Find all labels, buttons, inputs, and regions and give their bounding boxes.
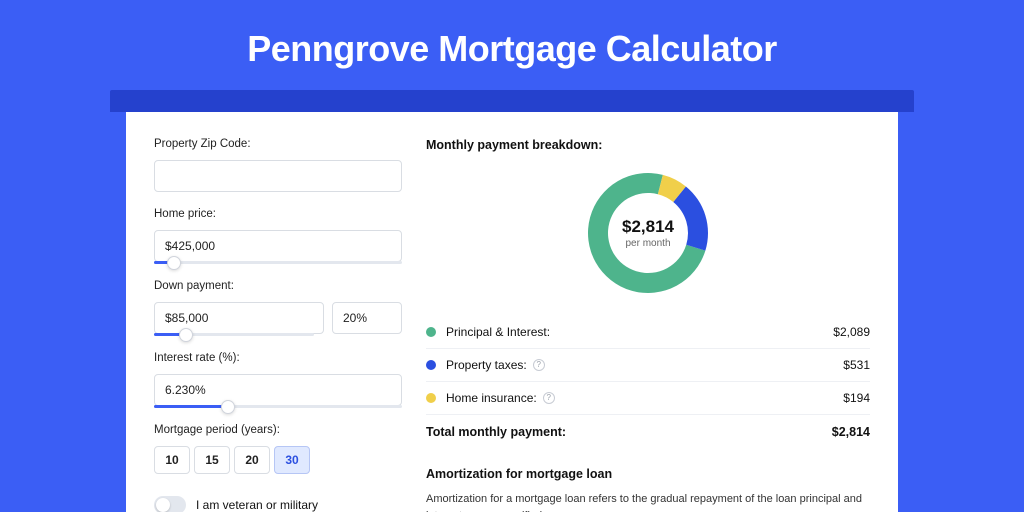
period-btn-15[interactable]: 15 xyxy=(194,446,230,474)
period-btn-20[interactable]: 20 xyxy=(234,446,270,474)
veteran-label: I am veteran or military xyxy=(196,498,318,512)
legend-row: Home insurance:?$194 xyxy=(426,382,870,415)
header-accent-bar xyxy=(110,90,914,112)
legend-dot xyxy=(426,393,436,403)
rate-slider[interactable] xyxy=(154,405,402,408)
donut-center: $2,814 per month xyxy=(583,168,713,298)
legend-label-text: Property taxes: xyxy=(446,358,527,372)
page-header: Penngrove Mortgage Calculator xyxy=(0,0,1024,90)
legend-label: Principal & Interest: xyxy=(446,325,833,339)
down-label: Down payment: xyxy=(154,280,402,292)
total-value: $2,814 xyxy=(832,425,870,439)
legend-value: $194 xyxy=(843,391,870,405)
period-label: Mortgage period (years): xyxy=(154,424,402,436)
rate-slider-fill xyxy=(154,405,228,408)
toggle-knob xyxy=(156,498,170,512)
price-slider[interactable] xyxy=(154,261,402,264)
amortization-title: Amortization for mortgage loan xyxy=(426,467,870,481)
rate-label: Interest rate (%): xyxy=(154,352,402,364)
legend-dot xyxy=(426,327,436,337)
legend: Principal & Interest: $2,089 Property taxe… xyxy=(426,316,870,415)
help-icon[interactable]: ? xyxy=(543,392,555,404)
legend-dot xyxy=(426,360,436,370)
legend-row: Property taxes:?$531 xyxy=(426,349,870,382)
total-row: Total monthly payment: $2,814 xyxy=(426,415,870,449)
period-options: 10152030 xyxy=(154,446,402,474)
veteran-row: I am veteran or military xyxy=(154,496,402,512)
legend-value: $531 xyxy=(843,358,870,372)
amortization-text: Amortization for a mortgage loan refers … xyxy=(426,491,870,512)
donut-value: $2,814 xyxy=(622,217,674,237)
period-btn-30[interactable]: 30 xyxy=(274,446,310,474)
donut-chart: $2,814 per month xyxy=(583,168,713,298)
breakdown-column: Monthly payment breakdown: $2,814 per mo… xyxy=(426,138,870,512)
legend-label-text: Principal & Interest: xyxy=(446,325,550,339)
down-field: Down payment: xyxy=(154,280,402,336)
zip-field: Property Zip Code: xyxy=(154,138,402,192)
price-field: Home price: xyxy=(154,208,402,264)
down-slider-thumb[interactable] xyxy=(179,328,193,342)
rate-field: Interest rate (%): xyxy=(154,352,402,408)
down-slider[interactable] xyxy=(154,333,314,336)
inputs-column: Property Zip Code: Home price: Down paym… xyxy=(154,138,402,512)
legend-label-text: Home insurance: xyxy=(446,391,537,405)
total-label: Total monthly payment: xyxy=(426,425,832,439)
breakdown-title: Monthly payment breakdown: xyxy=(426,138,870,152)
zip-input[interactable] xyxy=(154,160,402,192)
help-icon[interactable]: ? xyxy=(533,359,545,371)
zip-label: Property Zip Code: xyxy=(154,138,402,150)
donut-chart-wrap: $2,814 per month xyxy=(426,164,870,316)
price-input[interactable] xyxy=(154,230,402,262)
price-slider-thumb[interactable] xyxy=(167,256,181,270)
rate-input[interactable] xyxy=(154,374,402,406)
price-label: Home price: xyxy=(154,208,402,220)
donut-sublabel: per month xyxy=(625,238,670,249)
legend-value: $2,089 xyxy=(833,325,870,339)
legend-label: Property taxes:? xyxy=(446,358,843,372)
calculator-card: Property Zip Code: Home price: Down paym… xyxy=(126,112,898,512)
legend-label: Home insurance:? xyxy=(446,391,843,405)
veteran-toggle[interactable] xyxy=(154,496,186,512)
period-btn-10[interactable]: 10 xyxy=(154,446,190,474)
down-pct-input[interactable] xyxy=(332,302,402,334)
period-field: Mortgage period (years): 10152030 xyxy=(154,424,402,474)
rate-slider-thumb[interactable] xyxy=(221,400,235,414)
legend-row: Principal & Interest: $2,089 xyxy=(426,316,870,349)
page-title: Penngrove Mortgage Calculator xyxy=(0,28,1024,70)
